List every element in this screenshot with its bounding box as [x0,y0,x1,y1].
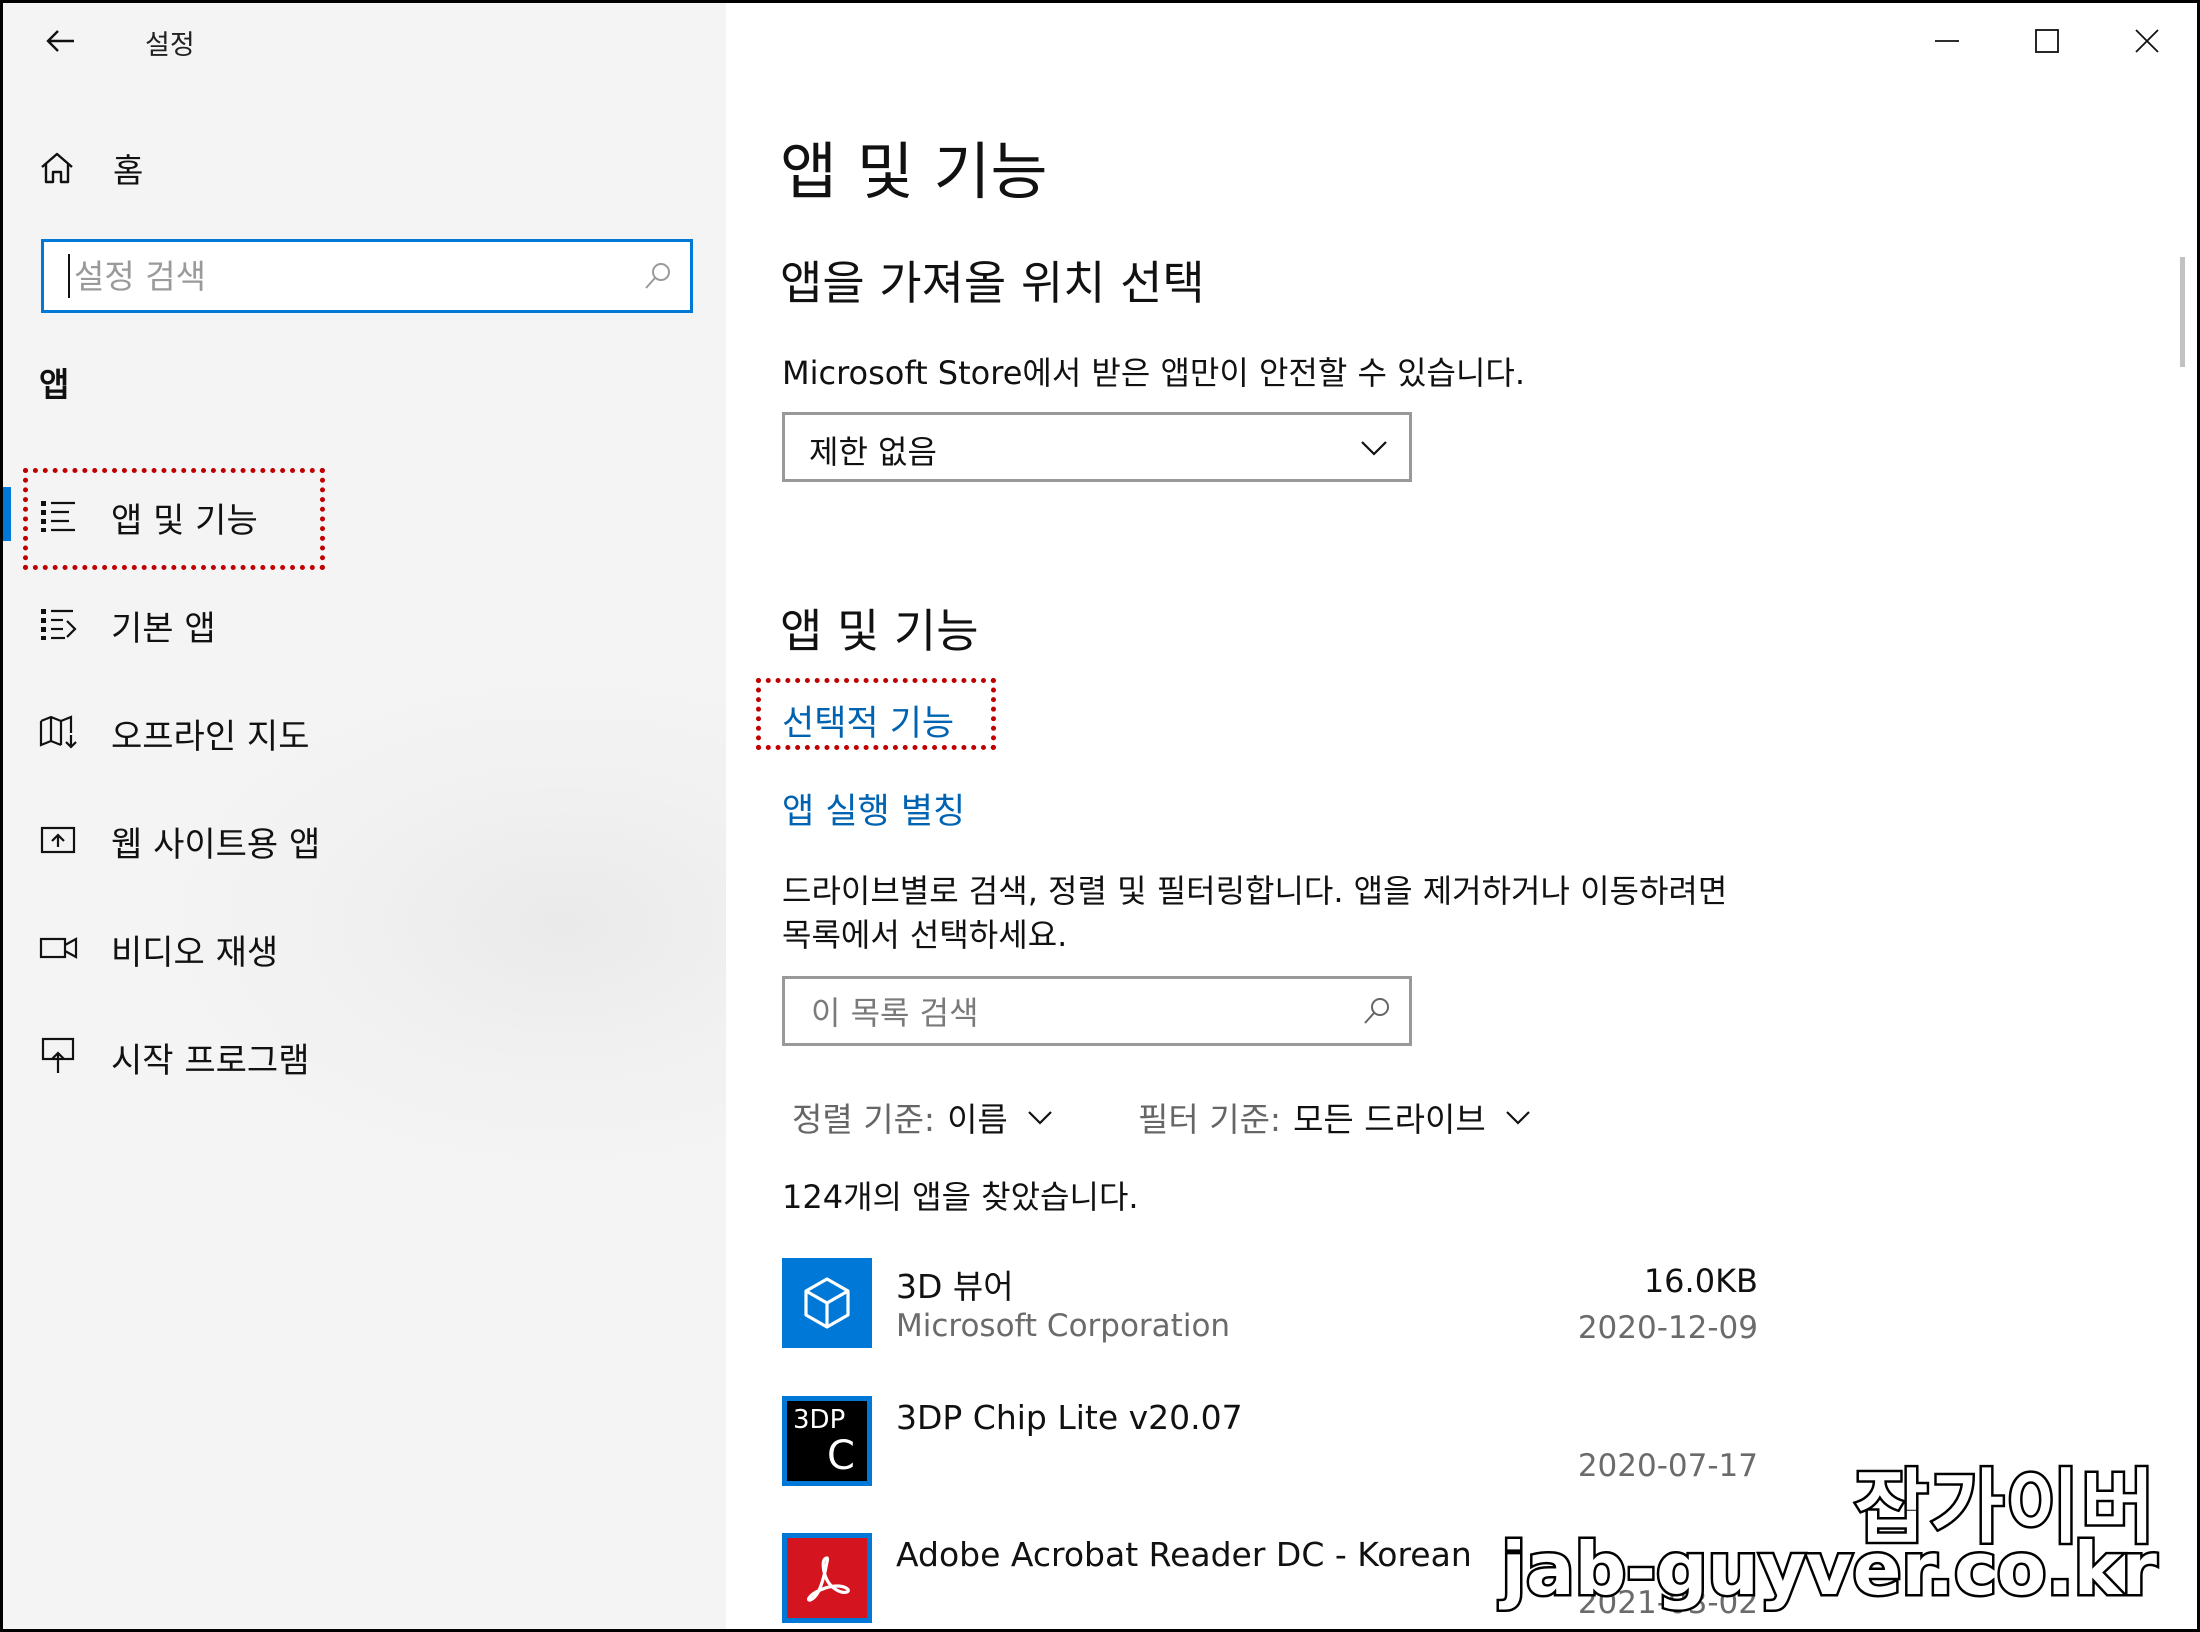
source-section-description: Microsoft Store에서 받은 앱만이 안전할 수 있습니다. [782,354,1526,392]
sidebar-item-label: 기본 앱 [111,609,216,649]
3d-viewer-tile [782,1258,872,1348]
acrobat-icon [787,1538,867,1618]
back-button[interactable] [39,19,83,63]
filter-value: 모든 드라이브 [1293,1100,1486,1139]
dropdown-value: 제한 없음 [809,433,937,471]
home-icon [41,152,73,184]
app-date: 2020-12-09 [1577,1310,1758,1346]
default-apps-icon [41,609,77,640]
app-name: Adobe Acrobat Reader DC - Korean [896,1535,1472,1574]
settings-search-box[interactable] [41,239,693,313]
app-publisher: Microsoft Corporation [896,1308,1231,1344]
scrollbar-thumb[interactable] [2180,257,2185,367]
chevron-down-icon [1361,441,1387,456]
sort-value: 이름 [947,1100,1008,1139]
search-icon [645,263,670,289]
video-playback-icon [39,937,78,959]
acrobat-tile [782,1533,872,1623]
sidebar-item-offline-maps[interactable]: 오프라인 지도 [3,685,726,775]
sort-key: 정렬 기준: [792,1100,936,1139]
sort-by-dropdown[interactable]: 정렬 기준: 이름 [792,1093,1054,1141]
app-list-search-box[interactable] [782,976,1412,1046]
startup-icon [41,1037,75,1073]
apps-section-heading: 앱 및 기능 [780,604,979,658]
app-list-item[interactable]: 3D 뷰어 Microsoft Corporation 16.0KB 2020-… [782,1258,2082,1354]
sidebar-item-default-apps[interactable]: 기본 앱 [3,577,726,667]
app-count: 124개의 앱을 찾았습니다. [782,1178,1139,1216]
app-name: 3D 뷰어 [896,1267,1014,1306]
app-source-dropdown[interactable]: 제한 없음 [782,412,1412,482]
back-arrow-icon [46,30,74,52]
filter-by-dropdown[interactable]: 필터 기준: 모든 드라이브 [1138,1093,1532,1141]
sidebar-item-label: 웹 사이트용 앱 [111,825,321,865]
3dp-chip-icon: 3DP C [787,1401,867,1481]
watermark-url: jab-guyver.co.kr [1499,1525,2160,1614]
acrobat-symbol-icon [807,1556,850,1602]
app-date: 2020-07-17 [1577,1448,1758,1484]
sidebar: 설정 홈 앱 앱 및 기능 [3,3,726,1629]
sidebar-home[interactable]: 홈 [39,143,143,193]
sidebar-item-video-playback[interactable]: 비디오 재생 [3,901,726,991]
chevron-down-icon [1028,1111,1052,1125]
sidebar-home-label: 홈 [113,151,144,190]
tile-label-top: 3DP [793,1405,846,1435]
app-name: 3DP Chip Lite v20.07 [896,1398,1243,1437]
highlight-box-apps-features [23,468,325,570]
apps-description-line2: 목록에서 선택하세요. [782,916,1068,954]
sidebar-item-label: 시작 프로그램 [111,1041,310,1081]
filter-key: 필터 기준: [1138,1100,1282,1139]
chevron-down-icon [1505,1111,1530,1125]
3dp-chip-tile: 3DP C [782,1396,872,1486]
apps-description-line1: 드라이브별로 검색, 정렬 및 필터링합니다. 앱을 제거하거나 이동하려면 [782,872,1728,910]
main-content: 앱 및 기능 앱을 가져올 위치 선택 Microsoft Store에서 받은… [726,3,2197,1629]
apps-for-websites-icon [40,826,76,854]
app-execution-aliases-link[interactable]: 앱 실행 별칭 [782,783,965,834]
sidebar-section-label: 앱 [39,365,70,404]
offline-maps-icon [39,715,77,749]
app-size: 16.0KB [1643,1262,1758,1300]
highlight-box-optional-features [756,678,996,750]
sidebar-item-startup[interactable]: 시작 프로그램 [3,1009,726,1099]
tile-label-bottom: C [827,1433,855,1479]
search-icon [1364,998,1389,1024]
settings-window: 설정 홈 앱 앱 및 기능 [3,3,2197,1629]
app-list-search-input[interactable] [811,991,1331,1035]
window-title: 설정 [145,30,195,61]
settings-search-input[interactable] [68,254,628,298]
sidebar-item-label: 오프라인 지도 [111,717,310,757]
sidebar-item-apps-for-websites[interactable]: 웹 사이트용 앱 [3,793,726,883]
page-title: 앱 및 기능 [780,135,1048,208]
sidebar-item-label: 비디오 재생 [111,933,279,973]
cube-icon [804,1277,850,1329]
source-section-heading: 앱을 가져올 위치 선택 [780,256,1205,310]
